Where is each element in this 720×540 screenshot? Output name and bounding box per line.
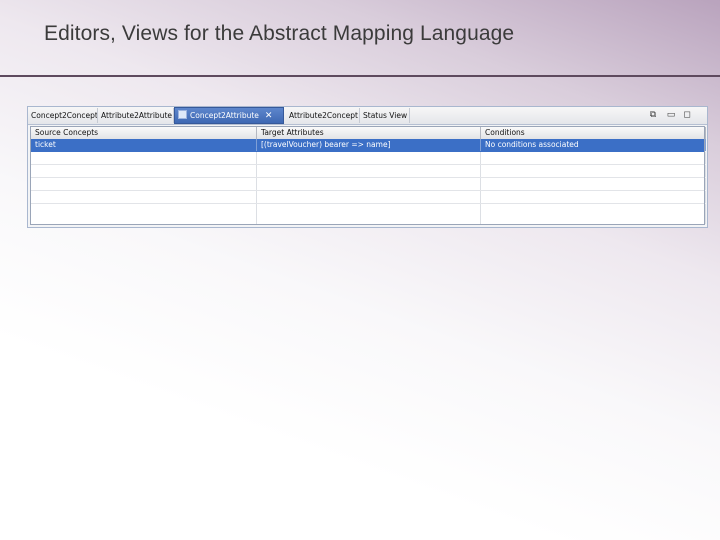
tab-concept2concept[interactable]: Concept2Concept [28,108,98,123]
target-attribute-cell[interactable] [257,191,481,203]
conditions-cell[interactable] [481,191,706,203]
target-attribute-cell[interactable] [257,204,481,224]
target-attribute-cell[interactable] [257,178,481,190]
source-concept-cell[interactable] [31,165,257,177]
table-row[interactable] [31,191,706,204]
source-concept-cell[interactable]: ticket [31,139,257,151]
close-icon[interactable]: ✕ [265,108,273,123]
conditions-cell[interactable] [481,165,706,177]
tab-concept2attribute[interactable]: Concept2Attribute ✕ [174,107,284,124]
conditions-cell[interactable] [481,204,706,224]
tab-label: Status View [363,111,408,120]
minimize-icon[interactable]: ▭ [665,109,677,121]
tab-label: Attribute2Concept [289,111,358,120]
slide-title: Editors, Views for the Abstract Mapping … [44,22,515,45]
title-divider [0,75,720,77]
maximize-icon[interactable]: ◻ [681,109,693,121]
editor-tab-strip: Concept2Concept Attribute2Attribute Conc… [28,107,707,125]
target-attribute-cell[interactable] [257,165,481,177]
tab-label: Concept2Attribute [190,111,259,120]
column-header-target-attributes[interactable]: Target Attributes [257,127,481,139]
restore-icon[interactable]: ⧉ [647,109,659,121]
source-concept-cell[interactable] [31,152,257,164]
table-row[interactable]: ticket [(travelVoucher) bearer => name] … [31,139,706,152]
tab-attribute2concept[interactable]: Attribute2Concept [286,108,360,123]
column-header-source-concepts[interactable]: Source Concepts [31,127,257,139]
tab-label: Concept2Concept [31,111,98,120]
tab-label: Attribute2Attribute [101,111,173,120]
column-header-conditions[interactable]: Conditions [481,127,706,139]
source-concept-cell[interactable] [31,204,257,224]
conditions-cell[interactable] [481,178,706,190]
tab-attribute2attribute[interactable]: Attribute2Attribute [98,108,174,123]
source-concept-cell[interactable] [31,191,257,203]
mapping-editor-window: Concept2Concept Attribute2Attribute Conc… [27,106,708,228]
table-row[interactable] [31,178,706,191]
target-attribute-cell[interactable]: [(travelVoucher) bearer => name] [257,139,481,151]
conditions-cell[interactable]: No conditions associated [481,139,706,151]
source-concept-cell[interactable] [31,178,257,190]
target-attribute-cell[interactable] [257,152,481,164]
table-row[interactable] [31,152,706,165]
tab-status-view[interactable]: Status View [360,108,410,123]
table-icon [178,110,187,119]
table-row[interactable] [31,204,706,224]
conditions-cell[interactable] [481,152,706,164]
table-row[interactable] [31,165,706,178]
mapping-table: Source Concepts Target Attributes Condit… [30,126,706,225]
